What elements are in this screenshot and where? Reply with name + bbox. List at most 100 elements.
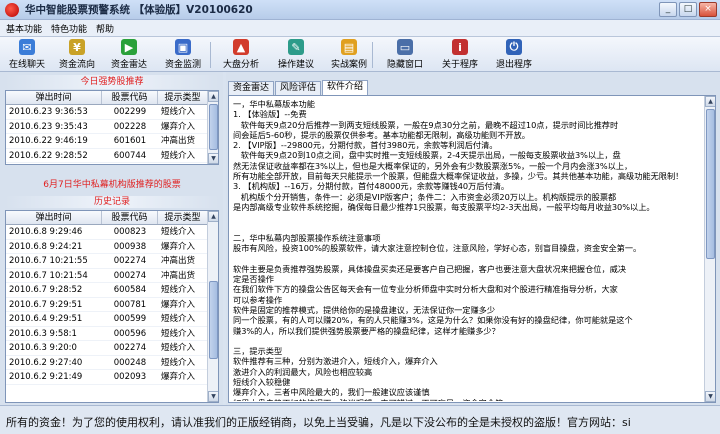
table-row[interactable]: 2010.6.2 9:27:40 000248 短线介入 <box>6 356 218 370</box>
software-intro-text: 一，华中私幕版本功能 1. 【体验版】--免费 软件每天9点20分后推荐一到两支… <box>233 99 684 401</box>
column-header-type[interactable]: 提示类型 <box>158 91 208 104</box>
right-panel: 资金雷达 风险评估 软件介绍 一，华中私幕版本功能 1. 【体验版】--免费 软… <box>226 72 720 405</box>
column-header-code[interactable]: 股票代码 <box>102 91 158 104</box>
cell-time: 2010.6.7 9:29:51 <box>9 299 83 310</box>
table-header: 弹出时间 股票代码 提示类型 <box>6 91 218 105</box>
table-row[interactable]: 2010.6.23 9:36:53 002299 短线介入 <box>6 105 218 120</box>
history-scrollbar[interactable]: ▲ ▼ <box>207 211 218 402</box>
tab-risk-assessment[interactable]: 风险评估 <box>275 81 322 95</box>
cell-time: 2010.6.23 9:35:43 <box>9 121 88 132</box>
cell-stock-code: 002299 <box>113 107 147 117</box>
scroll-down-icon[interactable]: ▼ <box>705 391 715 402</box>
toolbar-label: 实战案例 <box>330 60 367 70</box>
menu-basic-functions[interactable]: 基本功能 <box>6 22 42 35</box>
cell-time: 2010.6.7 9:28:52 <box>9 285 83 295</box>
column-header-time[interactable]: 弹出时间 <box>6 91 102 104</box>
case-icon: ▤ <box>341 39 357 55</box>
table-row[interactable]: 2010.6.2 9:21:49 002093 爆弃介入 <box>6 370 218 385</box>
cell-time: 2010.6.22 9:28:52 <box>9 150 88 161</box>
toolbar-label: 在线聊天 <box>8 60 45 70</box>
cell-time: 2010.6.2 9:27:40 <box>9 357 83 368</box>
tab-strip: 资金雷达 风险评估 软件介绍 <box>228 80 369 95</box>
cell-time: 2010.6.23 9:36:53 <box>9 107 88 117</box>
table-row[interactable]: 2010.6.7 10:21:54 000274 冲高出货 <box>6 269 218 283</box>
advice-icon: ✎ <box>288 39 304 55</box>
cell-time: 2010.6.8 9:24:21 <box>9 241 83 252</box>
toolbar-button-about[interactable]: i 关于程序 <box>437 39 483 70</box>
cell-alert-type: 爆弃介入 <box>161 372 196 382</box>
column-header-type[interactable]: 提示类型 <box>158 211 208 224</box>
cell-stock-code: 000938 <box>113 241 147 252</box>
table-row[interactable]: 2010.6.7 10:21:55 002274 冲高出货 <box>6 254 218 269</box>
toolbar-button-money-flow[interactable]: ¥ 资金流向 <box>54 39 100 70</box>
scroll-thumb[interactable] <box>706 109 715 259</box>
table-row[interactable]: 2010.6.4 9:29:51 000599 短线介入 <box>6 312 218 327</box>
toolbar-button-advice[interactable]: ✎ 操作建议 <box>273 39 319 70</box>
table-row[interactable]: 2010.6.22 9:28:52 600744 短线介入 <box>6 149 218 163</box>
history-rows: 2010.6.8 9:29:46 000823 短线介入 2010.6.8 9:24:… <box>6 225 218 385</box>
minimize-button[interactable]: _ <box>659 2 677 17</box>
cell-alert-type: 短线介入 <box>161 150 196 161</box>
tab-capital-radar[interactable]: 资金雷达 <box>228 81 275 95</box>
cell-alert-type: 冲高出货 <box>161 256 196 266</box>
toolbar-separator <box>210 42 211 68</box>
toolbar-button-monitor[interactable]: ▣ 资金监测 <box>158 39 208 70</box>
column-header-time[interactable]: 弹出时间 <box>6 211 102 224</box>
monitor-icon: ▣ <box>175 39 191 55</box>
toolbar-button-market-analysis[interactable]: ▲ 大盘分析 <box>218 39 264 70</box>
column-header-code[interactable]: 股票代码 <box>102 211 158 224</box>
cell-alert-type: 短线介入 <box>161 328 196 339</box>
cell-time: 2010.6.7 10:21:54 <box>9 270 88 281</box>
menu-special-functions[interactable]: 特色功能 <box>51 22 87 35</box>
scroll-thumb[interactable] <box>209 281 218 359</box>
money-flow-icon: ¥ <box>69 39 85 55</box>
today-recommend-rows: 2010.6.23 9:36:53 002299 短线介入 2010.6.23 9:3… <box>6 105 218 163</box>
private-recommend-title: 6月7日华中私幕机构版推荐的股票 <box>43 180 181 190</box>
table-row[interactable]: 2010.6.22 9:46:19 601601 冲高出货 <box>6 134 218 149</box>
table-row[interactable]: 2010.6.3 9:58:1 000596 短线介入 <box>6 327 218 341</box>
toolbar-button-case[interactable]: ▤ 实战案例 <box>325 39 373 70</box>
table-row[interactable]: 2010.6.3 9:20:0 002274 短线介入 <box>6 341 218 356</box>
scroll-thumb[interactable] <box>209 104 218 150</box>
table-row[interactable]: 2010.6.7 9:29:51 000781 爆弃介入 <box>6 298 218 312</box>
table-row[interactable]: 2010.6.8 9:29:46 000823 短线介入 <box>6 225 218 240</box>
scroll-up-icon[interactable]: ▲ <box>705 96 715 107</box>
cell-time: 2010.6.4 9:29:51 <box>9 314 83 324</box>
cell-stock-code: 002274 <box>113 343 147 353</box>
toolbar-label: 资金雷达 <box>110 60 147 70</box>
menu-help[interactable]: 帮助 <box>96 22 114 35</box>
scroll-up-icon[interactable]: ▲ <box>208 211 218 222</box>
toolbar-button-radar[interactable]: ▶ 资金雷达 <box>105 39 153 70</box>
toolbar-separator <box>372 42 373 68</box>
cell-alert-type: 短线介入 <box>161 343 196 353</box>
scroll-down-icon[interactable]: ▼ <box>208 391 218 402</box>
tab-software-intro[interactable]: 软件介绍 <box>322 80 369 95</box>
cell-time: 2010.6.8 9:29:46 <box>9 227 83 237</box>
toolbar-button-exit[interactable]: ⏻ 退出程序 <box>488 39 540 70</box>
table-row[interactable]: 2010.6.8 9:24:21 000938 爆弃介入 <box>6 240 218 254</box>
scroll-down-icon[interactable]: ▼ <box>208 153 218 164</box>
maximize-button[interactable]: □ <box>679 2 697 17</box>
close-button[interactable]: × <box>699 2 717 17</box>
announcement-bar: 所有的资金！为了您的使用权利，请认准我们的正版经销商，以免上当受骗，凡是以下没公… <box>0 405 720 434</box>
menu-bar: 基本功能 特色功能 帮助 <box>0 20 720 37</box>
scroll-up-icon[interactable]: ▲ <box>208 91 218 102</box>
table-header: 弹出时间 股票代码 提示类型 <box>6 211 218 225</box>
today-recommend-scrollbar[interactable]: ▲ ▼ <box>207 91 218 164</box>
intro-scrollbar[interactable]: ▲ ▼ <box>704 96 715 402</box>
cell-stock-code: 000596 <box>113 328 147 339</box>
cell-alert-type: 冲高出货 <box>161 136 196 146</box>
table-row[interactable]: 2010.6.7 9:28:52 600584 短线介入 <box>6 283 218 298</box>
table-row[interactable]: 2010.6.23 9:35:43 002228 爆弃介入 <box>6 120 218 134</box>
toolbar-button-chat[interactable]: ✉ 在线聊天 <box>4 39 50 70</box>
left-panel: 今日强势股推荐 弹出时间 股票代码 提示类型 2010.6.23 9:36:53… <box>0 72 223 405</box>
cell-stock-code: 000781 <box>113 299 147 310</box>
cell-alert-type: 短线介入 <box>161 107 196 117</box>
cell-alert-type: 短线介入 <box>161 314 196 324</box>
cell-stock-code: 000248 <box>113 357 147 368</box>
window-controls: _ □ × <box>659 2 717 17</box>
cell-stock-code: 000274 <box>113 270 147 281</box>
toolbar-button-hide-window[interactable]: ▭ 隐藏窗口 <box>382 39 428 70</box>
intro-content-box[interactable]: 一，华中私幕版本功能 1. 【体验版】--免费 软件每天9点20分后推荐一到两支… <box>228 95 716 403</box>
history-title: 历史记录 <box>5 196 219 208</box>
